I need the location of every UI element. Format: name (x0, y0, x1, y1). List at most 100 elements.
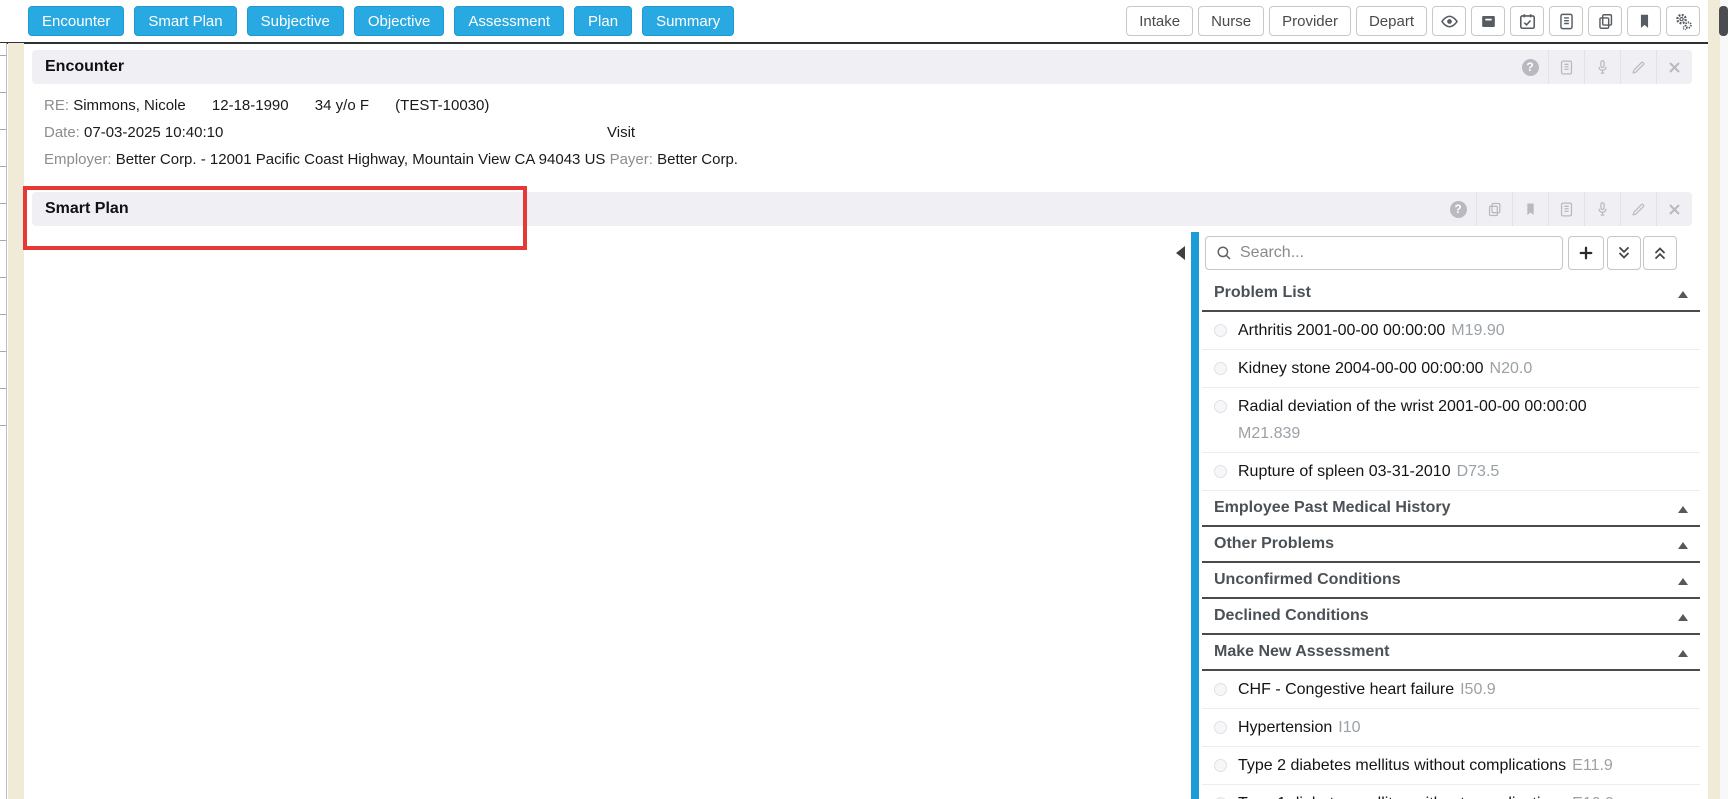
plus-icon (1577, 244, 1595, 262)
archive-box-icon-button[interactable] (1471, 6, 1505, 36)
expand-all-button[interactable] (1607, 236, 1641, 270)
problem-item[interactable]: Rupture of spleen 03-31-2010D73.5 (1202, 453, 1700, 491)
patient-dob: 12-18-1990 (212, 97, 289, 114)
left-ruler (0, 43, 7, 799)
section-declined-conditions[interactable]: Declined Conditions (1202, 599, 1700, 635)
payer-value: Better Corp. (657, 151, 738, 168)
copy-icon (1596, 12, 1615, 31)
panel-blue-divider[interactable] (1191, 232, 1199, 799)
copy-icon[interactable] (1476, 192, 1512, 226)
tab-encounter-button[interactable]: Encounter (28, 6, 124, 36)
visit-datetime: 07-03-2025 10:40:10 (84, 124, 223, 141)
calendar-check-icon-button[interactable] (1510, 6, 1544, 36)
radio-circle[interactable] (1214, 721, 1227, 734)
section-employee-past-medical-history[interactable]: Employee Past Medical History (1202, 491, 1700, 527)
bookmark-icon (1635, 12, 1654, 31)
icd-code: E11.9 (1572, 757, 1613, 774)
section-other-problems[interactable]: Other Problems (1202, 527, 1700, 563)
employer-payer-line: Employer: Better Corp. - 12001 Pacific C… (44, 146, 738, 173)
close-icon[interactable] (1656, 192, 1692, 226)
toolbar-right-group: Intake Nurse Provider Depart (1126, 6, 1700, 36)
assessment-item[interactable]: Type 1 diabetes mellitus without complic… (1202, 785, 1700, 799)
top-toolbar: Encounter Smart Plan Subjective Objectiv… (0, 0, 1728, 42)
patient-id: (TEST-10030) (395, 97, 489, 114)
section-make-new-assessment[interactable]: Make New Assessment (1202, 635, 1700, 671)
tab-summary-button[interactable]: Summary (642, 6, 734, 36)
encounter-header-icons (1512, 50, 1692, 84)
edit-pencil-icon[interactable] (1620, 192, 1656, 226)
patient-identity-line: RE: Simmons, Nicole 12-18-1990 34 y/o F … (44, 92, 738, 119)
icd-code: M19.90 (1451, 322, 1504, 339)
panel-collapse-arrow[interactable] (1176, 246, 1185, 260)
ruler-ticks (0, 55, 6, 427)
collapse-all-button[interactable] (1643, 236, 1677, 270)
book-icon[interactable] (1548, 50, 1584, 84)
add-problem-button[interactable] (1568, 236, 1604, 270)
section-problem-list[interactable]: Problem List (1202, 276, 1700, 312)
help-icon[interactable] (1512, 50, 1548, 84)
icd-code: I10 (1338, 719, 1360, 736)
patient-name: Simmons, Nicole (73, 97, 186, 114)
microphone-icon[interactable] (1584, 50, 1620, 84)
re-label: RE: (44, 97, 69, 114)
encounter-panel-header: Encounter (32, 50, 1692, 84)
left-gutter (8, 43, 24, 799)
payer-label: Payer: (610, 151, 653, 168)
section-unconfirmed-conditions[interactable]: Unconfirmed Conditions (1202, 563, 1700, 599)
smart-plan-header-icons (1440, 192, 1692, 226)
radio-circle[interactable] (1214, 362, 1227, 375)
double-chevron-up-icon (1651, 244, 1669, 262)
tab-assessment-button[interactable]: Assessment (454, 6, 564, 36)
depart-button[interactable]: Depart (1356, 6, 1427, 36)
radio-circle[interactable] (1214, 759, 1227, 772)
intake-button[interactable]: Intake (1126, 6, 1193, 36)
encounter-title: Encounter (32, 58, 124, 76)
right-edge (1720, 0, 1728, 799)
copy-icon-button[interactable] (1588, 6, 1622, 36)
problem-item[interactable]: Kidney stone 2004-00-00 00:00:00N20.0 (1202, 350, 1700, 388)
book-icon[interactable] (1548, 192, 1584, 226)
scrollbar-thumb[interactable] (1719, 6, 1728, 36)
problem-panel: Problem List Arthritis 2001-00-00 00:00:… (1202, 232, 1700, 799)
radio-circle[interactable] (1214, 400, 1227, 413)
double-chevron-down-icon (1615, 244, 1633, 262)
employer-value: Better Corp. - 12001 Pacific Coast Highw… (116, 151, 606, 168)
visit-label: Visit (607, 119, 635, 146)
eye-icon (1440, 12, 1459, 31)
patient-info: RE: Simmons, Nicole 12-18-1990 34 y/o F … (44, 92, 738, 173)
icd-code: N20.0 (1490, 360, 1533, 377)
collapse-triangle-icon (1678, 291, 1688, 298)
eye-icon-button[interactable] (1432, 6, 1466, 36)
right-gutter (1708, 0, 1720, 799)
book-icon (1557, 12, 1576, 31)
assessment-item[interactable]: CHF - Congestive heart failureI50.9 (1202, 671, 1700, 709)
radio-circle[interactable] (1214, 324, 1227, 337)
settings-gears-icon-button[interactable] (1666, 6, 1700, 36)
close-icon[interactable] (1656, 50, 1692, 84)
assessment-item[interactable]: Type 2 diabetes mellitus without complic… (1202, 747, 1700, 785)
edit-pencil-icon[interactable] (1620, 50, 1656, 84)
problem-search-row (1202, 232, 1700, 276)
microphone-icon[interactable] (1584, 192, 1620, 226)
tab-smart-plan-button[interactable]: Smart Plan (134, 6, 236, 36)
radio-circle[interactable] (1214, 465, 1227, 478)
tab-subjective-button[interactable]: Subjective (247, 6, 344, 36)
assessment-item[interactable]: HypertensionI10 (1202, 709, 1700, 747)
radio-circle[interactable] (1214, 683, 1227, 696)
collapse-triangle-icon (1678, 650, 1688, 657)
book-icon-button[interactable] (1549, 6, 1583, 36)
collapse-triangle-icon (1678, 614, 1688, 621)
icd-code: M21.839 (1238, 420, 1670, 447)
help-icon[interactable] (1440, 192, 1476, 226)
tab-objective-button[interactable]: Objective (354, 6, 445, 36)
problem-item[interactable]: Arthritis 2001-00-00 00:00:00M19.90 (1202, 312, 1700, 350)
search-input[interactable] (1205, 236, 1563, 270)
provider-button[interactable]: Provider (1269, 6, 1351, 36)
patient-age-sex: 34 y/o F (315, 97, 369, 114)
problem-item[interactable]: Radial deviation of the wrist 2001-00-00… (1202, 388, 1700, 453)
tab-plan-button[interactable]: Plan (574, 6, 632, 36)
nurse-button[interactable]: Nurse (1198, 6, 1264, 36)
bookmark-icon[interactable] (1512, 192, 1548, 226)
icd-code: D73.5 (1457, 463, 1500, 480)
bookmark-icon-button[interactable] (1627, 6, 1661, 36)
